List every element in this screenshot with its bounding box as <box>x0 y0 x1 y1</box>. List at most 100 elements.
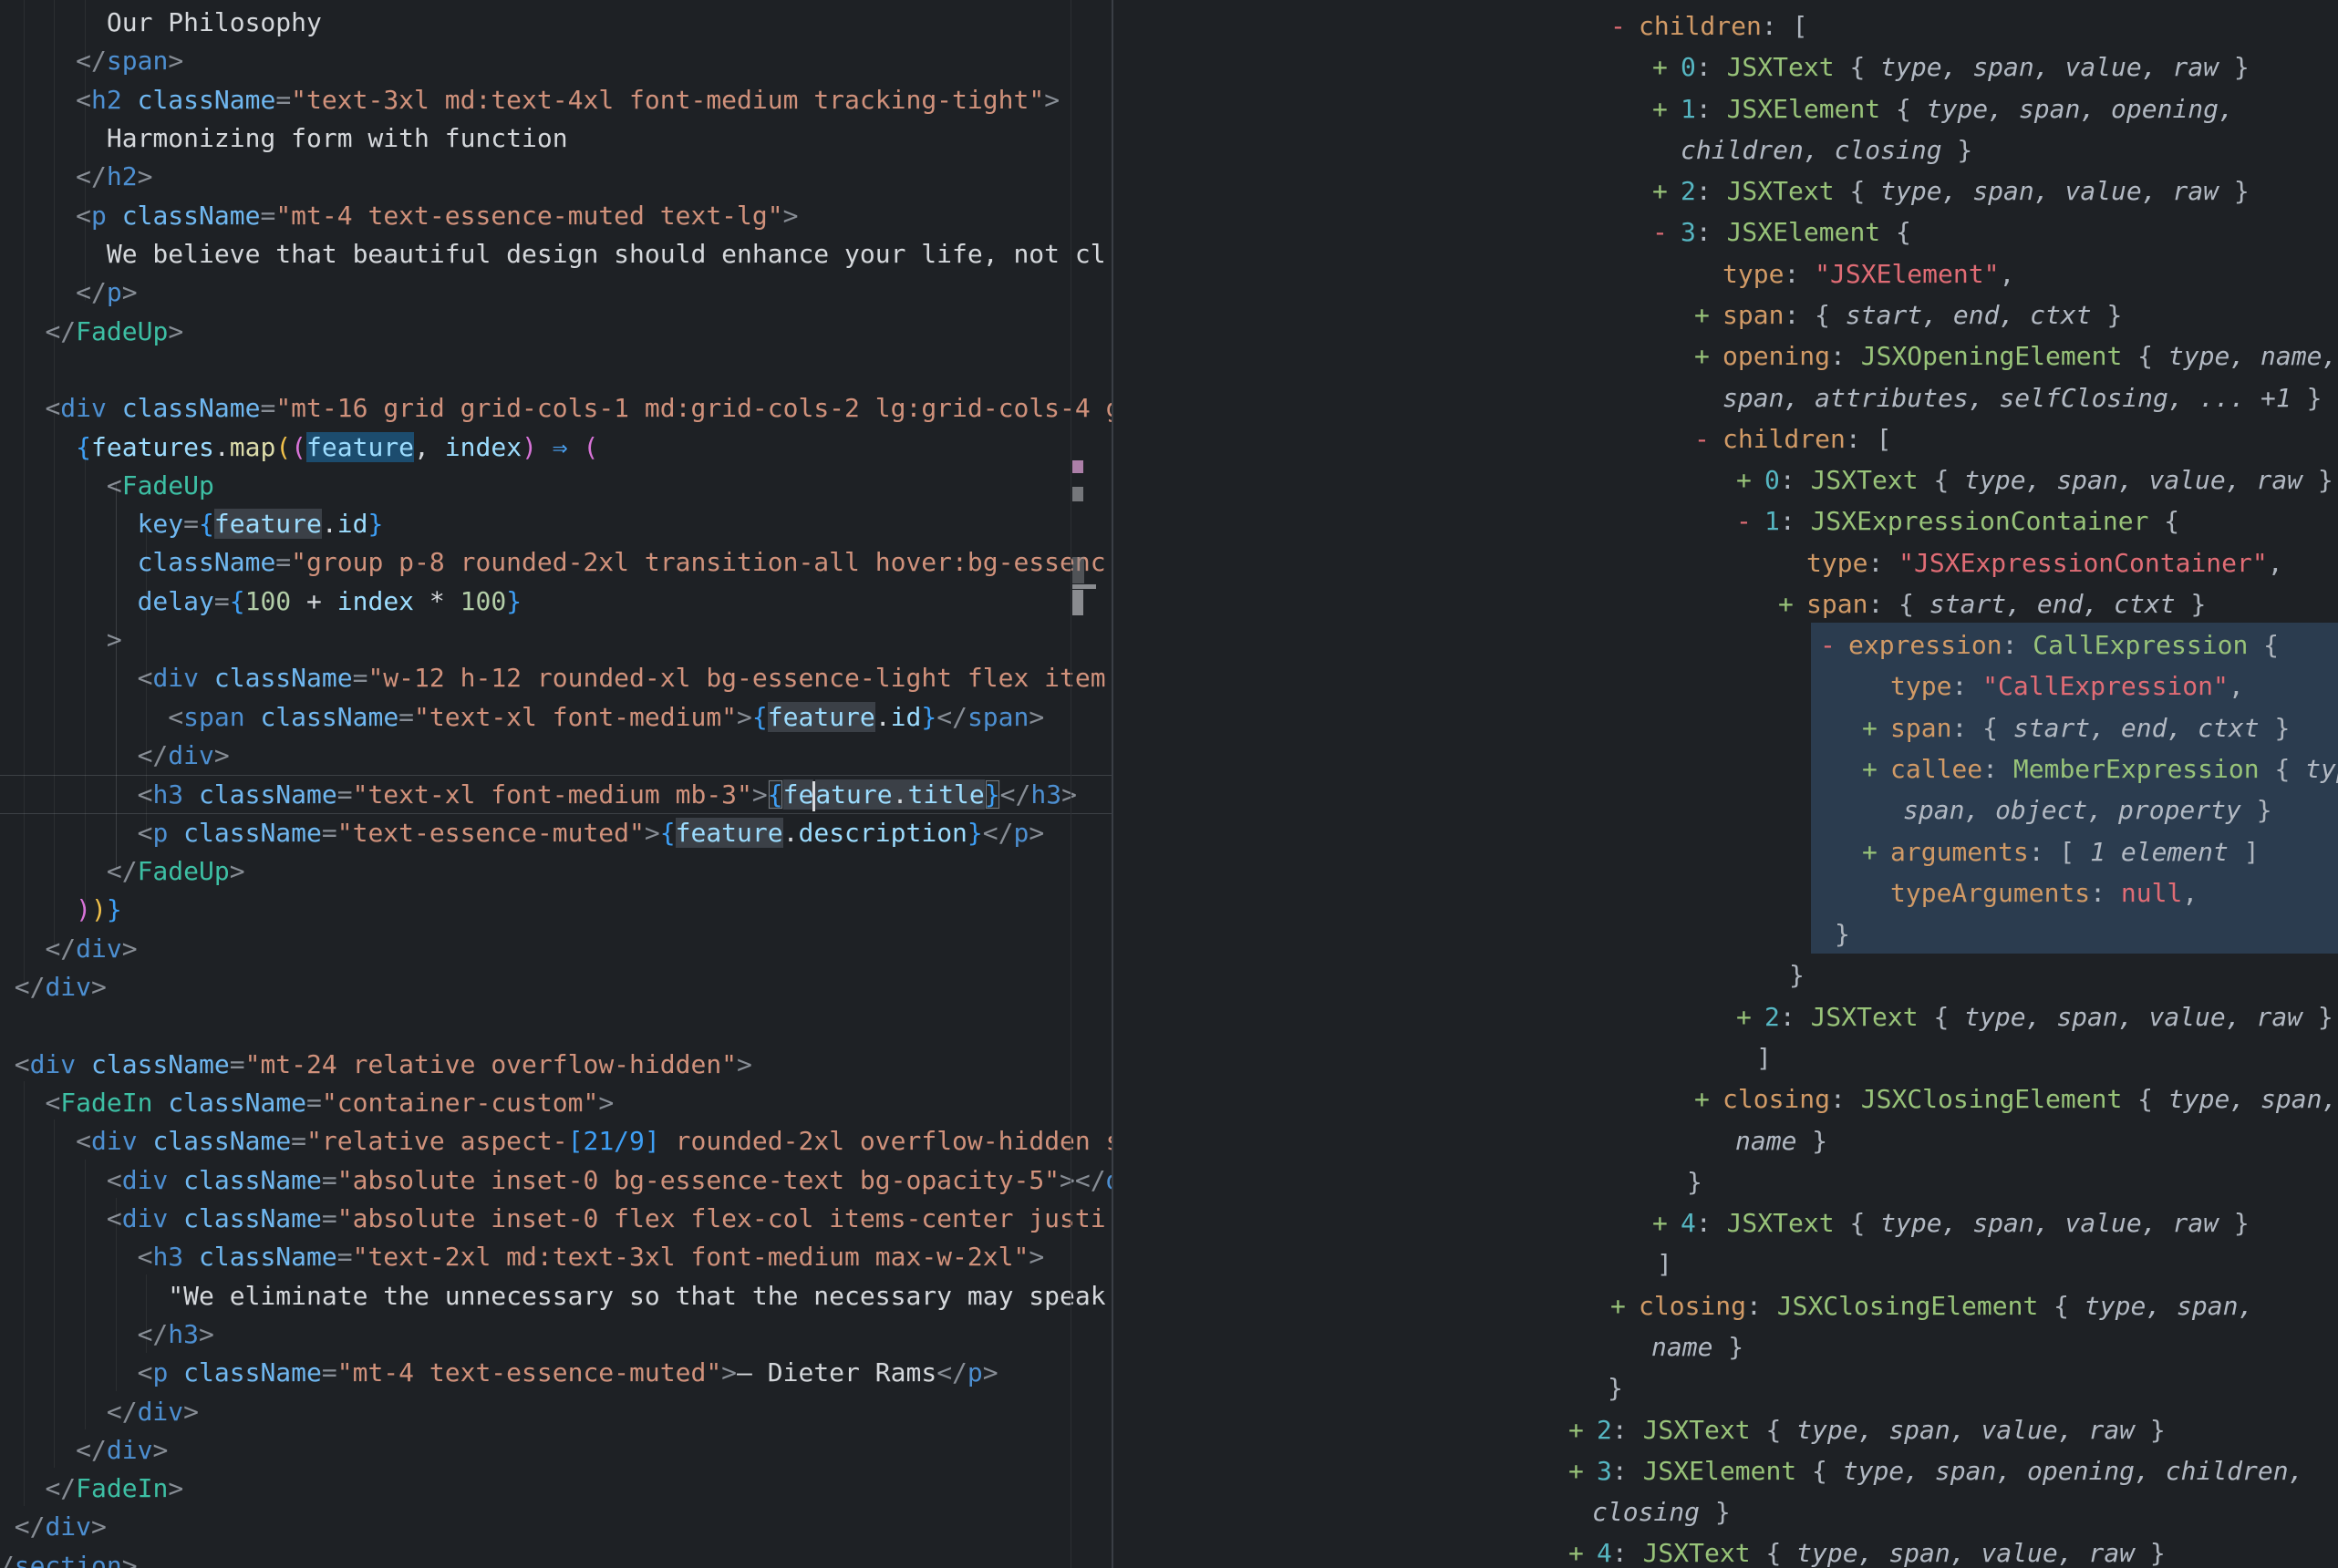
expand-node-icon[interactable]: + <box>1694 335 1722 377</box>
ast-row[interactable]: } <box>1789 954 1805 995</box>
code-line[interactable]: </FadeIn> <box>0 1470 1112 1508</box>
ast-row[interactable]: -children: [ <box>1694 418 1891 459</box>
ast-row[interactable]: span, attributes, selfClosing, ... +1 } <box>1722 377 2322 418</box>
code-line[interactable]: </div> <box>0 930 1112 968</box>
code-line[interactable]: key={feature.id} <box>0 505 1112 543</box>
code-line-current[interactable]: <h3 className="text-xl font-medium mb-3"… <box>0 775 1112 813</box>
ast-row[interactable]: +4: JSXText { type, span, value, raw } <box>1652 1202 2250 1243</box>
code-line[interactable]: > <box>0 621 1112 659</box>
code-line[interactable]: </h2> <box>0 158 1112 196</box>
ast-row[interactable]: +span: { start, end, ctxt } <box>1694 294 2122 335</box>
code-line[interactable]: <div className="mt-24 relative overflow-… <box>0 1046 1112 1084</box>
ast-row[interactable]: +0: JSXText { type, span, value, raw } <box>1652 46 2250 88</box>
collapse-node-icon[interactable]: - <box>1610 5 1639 46</box>
split-resize-handle[interactable] <box>1112 0 1113 1568</box>
ast-row[interactable]: +span: { start, end, ctxt } <box>1778 583 2206 624</box>
code-line[interactable]: <p className="mt-4 text-essence-muted">—… <box>0 1354 1112 1392</box>
ast-row[interactable]: +closing: JSXClosingElement { type, span… <box>1694 1078 2337 1119</box>
ast-row[interactable]: } <box>1835 913 1850 954</box>
expand-node-icon[interactable]: + <box>1736 996 1764 1037</box>
code-line[interactable]: {features.map((feature, index) ⇒ ( <box>0 428 1112 467</box>
ast-row[interactable]: } <box>1608 1367 1623 1408</box>
ast-row[interactable]: -expression: CallExpression { <box>1820 624 2279 665</box>
ast-row[interactable]: +1: JSXElement { type, span, opening, <box>1652 88 2234 129</box>
code-line[interactable]: </span> <box>0 42 1112 80</box>
expand-node-icon[interactable]: + <box>1652 88 1681 129</box>
ast-row[interactable]: ] <box>1756 1037 1772 1078</box>
code-line[interactable]: <FadeIn className="container-custom"> <box>0 1084 1112 1122</box>
code-line[interactable] <box>0 351 1112 389</box>
code-line[interactable]: "We eliminate the unnecessary so that th… <box>0 1277 1112 1315</box>
code-line[interactable]: </p> <box>0 273 1112 312</box>
ast-row[interactable]: +span: { start, end, ctxt } <box>1862 707 2290 748</box>
ast-row[interactable]: children, closing } <box>1681 129 1972 170</box>
collapse-node-icon[interactable]: - <box>1694 418 1722 459</box>
ast-row[interactable]: typeArguments: null, <box>1890 872 2198 913</box>
ast-row[interactable]: +2: JSXText { type, span, value, raw } <box>1652 170 2250 211</box>
ast-row[interactable]: -children: [ <box>1610 5 1807 46</box>
code-line[interactable]: </section> <box>0 1547 1112 1568</box>
ast-row[interactable]: +callee: MemberExpression { type, <box>1862 748 2338 789</box>
expand-node-icon[interactable]: + <box>1568 1532 1597 1568</box>
ast-row[interactable]: +closing: JSXClosingElement { type, span… <box>1610 1285 2253 1326</box>
collapse-node-icon[interactable]: - <box>1652 211 1681 253</box>
ast-row[interactable]: +2: JSXText { type, span, value, raw } <box>1736 996 2333 1037</box>
ast-row[interactable]: +4: JSXText { type, span, value, raw } <box>1568 1532 2166 1568</box>
code-line[interactable]: </h3> <box>0 1315 1112 1354</box>
code-line[interactable]: </div> <box>0 737 1112 775</box>
code-line[interactable]: <div className="relative aspect-[21/9] r… <box>0 1122 1112 1161</box>
code-line[interactable]: <div className="absolute inset-0 bg-esse… <box>0 1161 1112 1200</box>
code-line[interactable]: <div className="mt-16 grid grid-cols-1 m… <box>0 389 1112 428</box>
ast-row[interactable]: ] <box>1657 1243 1672 1284</box>
ast-row[interactable]: type: "JSXExpressionContainer", <box>1806 542 2283 583</box>
ast-row[interactable]: +opening: JSXOpeningElement { type, name… <box>1694 335 2337 377</box>
ast-row[interactable]: +2: JSXText { type, span, value, raw } <box>1568 1409 2166 1450</box>
ast-row[interactable]: } <box>1687 1161 1702 1202</box>
ast-row[interactable]: type: "CallExpression", <box>1890 665 2244 707</box>
ast-row[interactable]: -1: JSXExpressionContainer { <box>1736 500 2179 542</box>
expand-node-icon[interactable]: + <box>1694 1078 1722 1119</box>
code-line[interactable]: <span className="text-xl font-medium">{f… <box>0 698 1112 737</box>
code-line[interactable] <box>0 1006 1112 1045</box>
expand-node-icon[interactable]: + <box>1694 294 1722 335</box>
expand-node-icon[interactable]: + <box>1652 46 1681 88</box>
collapse-node-icon[interactable]: - <box>1736 500 1764 542</box>
code-line[interactable]: </div> <box>0 1508 1112 1546</box>
code-line[interactable]: Harmonizing form with function <box>0 119 1112 158</box>
collapse-node-icon[interactable]: - <box>1820 624 1848 665</box>
code-line[interactable]: We believe that beautiful design should … <box>0 235 1112 273</box>
code-line[interactable]: </div> <box>0 1431 1112 1470</box>
expand-node-icon[interactable]: + <box>1862 707 1890 748</box>
code-line[interactable]: <FadeUp <box>0 467 1112 505</box>
ast-row[interactable]: +arguments: [ 1 element ] <box>1862 831 2260 872</box>
ast-row[interactable]: +3: JSXElement { type, span, opening, ch… <box>1568 1450 2303 1491</box>
expand-node-icon[interactable]: + <box>1652 1202 1681 1243</box>
ast-row[interactable]: +0: JSXText { type, span, value, raw } <box>1736 459 2333 500</box>
code-line[interactable]: <h2 className="text-3xl md:text-4xl font… <box>0 81 1112 119</box>
code-line[interactable]: <div className="absolute inset-0 flex fl… <box>0 1200 1112 1238</box>
code-line[interactable]: className="group p-8 rounded-2xl transit… <box>0 543 1112 582</box>
code-line[interactable]: </FadeUp> <box>0 313 1112 351</box>
code-line[interactable]: ))} <box>0 891 1112 929</box>
ast-row[interactable]: closing } <box>1592 1491 1731 1532</box>
expand-node-icon[interactable]: + <box>1778 583 1806 624</box>
code-line[interactable]: Our Philosophy <box>0 4 1112 42</box>
expand-node-icon[interactable]: + <box>1568 1450 1597 1491</box>
code-line[interactable]: <p className="mt-4 text-essence-muted te… <box>0 197 1112 235</box>
ast-row[interactable]: span, object, property } <box>1903 789 2272 830</box>
expand-node-icon[interactable]: + <box>1862 748 1890 789</box>
code-line[interactable]: <h3 className="text-2xl md:text-3xl font… <box>0 1238 1112 1276</box>
code-line[interactable]: </FadeUp> <box>0 852 1112 891</box>
expand-node-icon[interactable]: + <box>1610 1285 1639 1326</box>
ast-row[interactable]: name } <box>1651 1326 1743 1367</box>
code-line[interactable]: </div> <box>0 1393 1112 1431</box>
code-line[interactable]: <div className="w-12 h-12 rounded-xl bg-… <box>0 659 1112 697</box>
code-line[interactable]: delay={100 + index * 100} <box>0 583 1112 621</box>
expand-node-icon[interactable]: + <box>1652 170 1681 211</box>
code-line[interactable]: </div> <box>0 968 1112 1006</box>
ast-tree-pane[interactable]: -children: [+0: JSXText { type, span, va… <box>1112 0 2338 1568</box>
ast-row[interactable]: name } <box>1735 1120 1827 1161</box>
ast-row[interactable]: -3: JSXElement { <box>1652 211 1911 253</box>
expand-node-icon[interactable]: + <box>1736 459 1764 500</box>
code-line[interactable]: <p className="text-essence-muted">{featu… <box>0 814 1112 852</box>
